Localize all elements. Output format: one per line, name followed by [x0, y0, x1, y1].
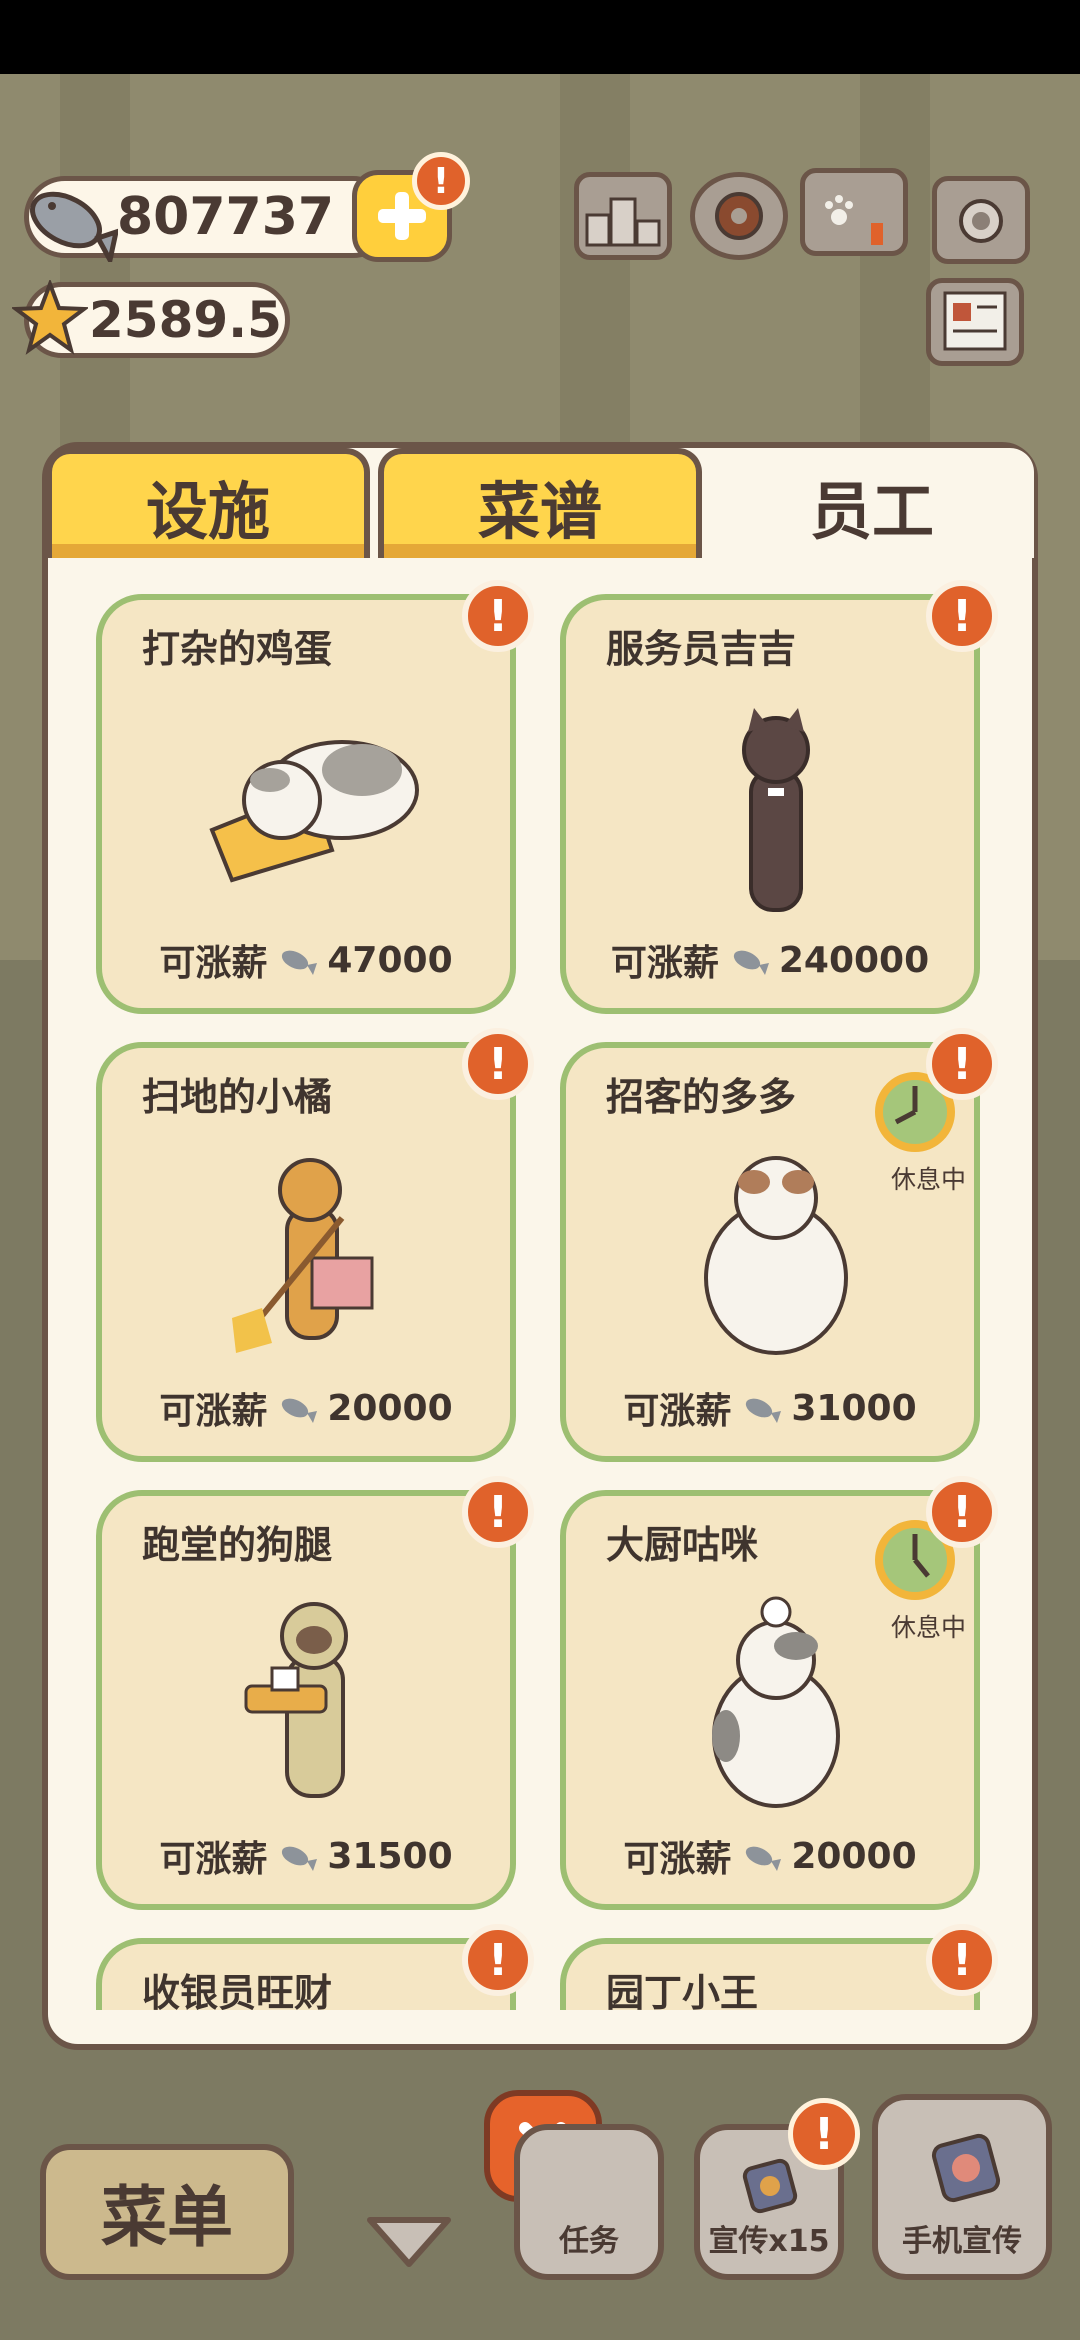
sweeping-cat-icon	[232, 1158, 374, 1353]
staff-card-goutui[interactable]: 跑堂的狗腿 可涨薪 31500 !	[96, 1476, 534, 1910]
alert-badge: !	[926, 1028, 998, 1100]
salary-amount: 20000	[791, 1835, 917, 1877]
salary-amount: 47000	[327, 939, 453, 981]
alert-badge: !	[926, 580, 998, 652]
fish-count: 807737	[117, 187, 335, 247]
salary-row: 可涨薪 31500	[159, 1835, 453, 1881]
cat-on-mop-icon	[209, 740, 419, 883]
waiter-cat-icon	[742, 708, 810, 912]
ranking-button[interactable]	[574, 172, 672, 260]
fish-icon	[30, 191, 118, 262]
star-icon	[12, 280, 88, 355]
promo-icon	[742, 2158, 798, 2214]
staff-name: 扫地的小橘	[142, 1075, 333, 1119]
newspaper-icon	[943, 291, 1007, 351]
alert-badge: !	[462, 1924, 534, 1996]
tasks-button[interactable]: 任务	[514, 2124, 664, 2280]
alert-badge: !	[462, 1476, 534, 1548]
salary-row: 可涨薪 20000	[159, 1387, 453, 1433]
salary-amount: 240000	[778, 939, 930, 981]
newspaper-button[interactable]	[926, 278, 1024, 366]
catbook-button[interactable]	[800, 168, 908, 256]
fish-icon	[746, 1398, 782, 1423]
staff-name: 收银员旺财	[142, 1971, 333, 2010]
tab-facilities[interactable]: 设施	[46, 448, 370, 558]
phone-promo-button[interactable]: 手机宣传	[872, 2094, 1052, 2280]
staff-name: 招客的多多	[606, 1075, 797, 1119]
chevron-down-icon[interactable]	[364, 2212, 454, 2272]
salary-row: 可涨薪 47000	[159, 939, 453, 985]
salary-amount: 31000	[791, 1387, 917, 1429]
staff-card-egg[interactable]: 打杂的鸡蛋 可涨薪 47000 !	[96, 580, 534, 1014]
resting-label: 休息中	[890, 1613, 966, 1642]
alert-badge: !	[462, 1028, 534, 1100]
staff-card-wangcai[interactable]: 收银员旺财 !	[96, 1924, 534, 2010]
staff-card-gumi[interactable]: 大厨咕咪 休息中 可涨薪 20000 !	[560, 1476, 998, 1910]
fish-icon	[282, 950, 318, 975]
salary-row: 可涨薪 240000	[610, 939, 930, 985]
star-count: 2589.5	[89, 291, 282, 349]
salary-amount: 20000	[327, 1387, 453, 1429]
gear-icon	[715, 192, 763, 240]
staff-card-duoduo[interactable]: 招客的多多 休息中 可涨薪 31000 !	[560, 1028, 998, 1462]
tab-staff[interactable]: 员工	[710, 448, 1034, 558]
salary-amount: 31500	[327, 1835, 453, 1877]
salary-row: 可涨薪 20000	[623, 1835, 917, 1881]
fish-icon	[746, 1846, 782, 1871]
status-bar	[0, 0, 1080, 74]
alert-badge: !	[926, 1924, 998, 1996]
alert-badge: !	[926, 1476, 998, 1548]
camera-button[interactable]	[932, 176, 1030, 264]
resting-label: 休息中	[890, 1165, 966, 1194]
fish-icon	[282, 1398, 318, 1423]
staff-name: 打杂的鸡蛋	[142, 627, 333, 671]
staff-name: 园丁小王	[606, 1971, 759, 2010]
staff-card-xiaoju[interactable]: 扫地的小橘 可涨薪 20000 !	[96, 1028, 534, 1462]
staff-name: 大厨咕咪	[606, 1523, 759, 1567]
serving-cat-icon	[244, 1602, 348, 1798]
promo-alert-badge: !	[788, 2098, 860, 2170]
fish-icon	[733, 950, 769, 975]
menu-button[interactable]: 菜单	[40, 2144, 294, 2280]
staff-grid: 打杂的鸡蛋 可涨薪 47000 ! 服务员吉吉 可涨薪 240000 ! 扫地的…	[48, 560, 1032, 2010]
salary-row: 可涨薪 31000	[623, 1387, 917, 1433]
staff-name: 跑堂的狗腿	[142, 1523, 333, 1567]
phone-promo-icon	[931, 2133, 1001, 2203]
staff-name: 服务员吉吉	[606, 627, 797, 671]
camera-icon	[959, 199, 1003, 243]
settings-button[interactable]	[690, 172, 788, 260]
podium-icon	[585, 197, 661, 247]
chef-cat-icon	[712, 1596, 840, 1808]
fluffy-cat-icon	[704, 1156, 848, 1355]
add-fish-alert-badge: !	[412, 152, 470, 210]
tab-recipes[interactable]: 菜谱	[378, 448, 702, 558]
staff-card-xiaowang[interactable]: 园丁小王 !	[560, 1924, 998, 2010]
alert-badge: !	[462, 580, 534, 652]
fish-icon	[282, 1846, 318, 1871]
staff-card-jiji[interactable]: 服务员吉吉 可涨薪 240000 !	[560, 580, 998, 1014]
paw-book-icon	[825, 195, 883, 245]
